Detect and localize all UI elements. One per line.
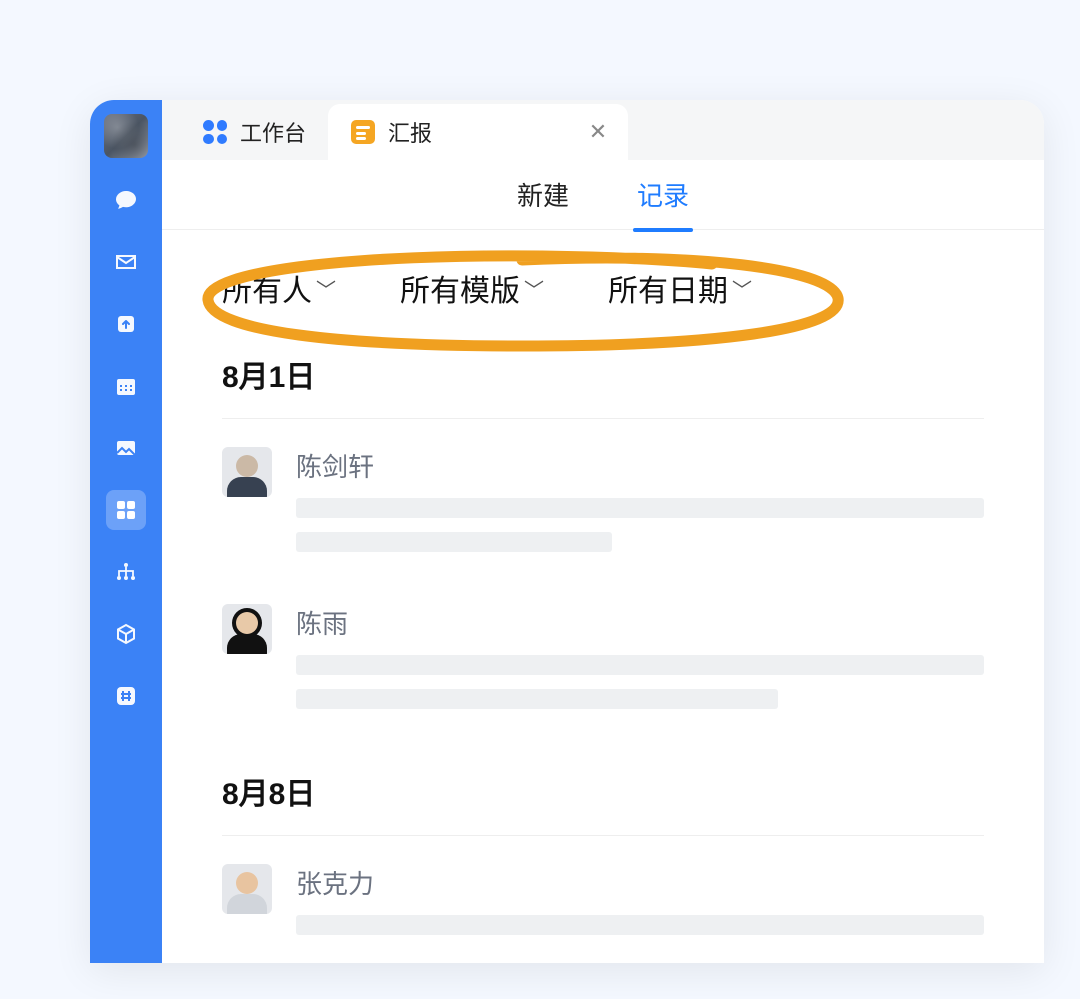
date-section: 8月1日 陈剑轩 陈雨	[162, 334, 1044, 751]
filter-dates-label: 所有日期	[608, 266, 728, 310]
org-icon	[114, 560, 138, 584]
date-section: 8月8日 张克力	[162, 751, 1044, 963]
close-icon[interactable]: ✕	[586, 120, 610, 144]
nav-box[interactable]	[106, 614, 146, 654]
apps-icon	[114, 498, 138, 522]
nav-upload[interactable]	[106, 304, 146, 344]
upload-icon	[114, 312, 138, 336]
calendar-icon	[114, 374, 138, 398]
report-item[interactable]: 陈雨	[222, 594, 984, 751]
box-icon	[114, 622, 138, 646]
nav-apps[interactable]	[106, 490, 146, 530]
placeholder-line	[296, 689, 778, 709]
filters-region: 所有人 ﹀ 所有模版 ﹀ 所有日期 ﹀	[162, 230, 1044, 334]
chat-icon	[114, 188, 138, 212]
subtab-new[interactable]: 新建	[513, 158, 573, 231]
tab-workspace[interactable]: 工作台	[180, 104, 328, 160]
mail-icon	[114, 250, 138, 274]
hash-icon	[114, 684, 138, 708]
filter-people[interactable]: 所有人 ﹀	[222, 266, 336, 310]
main-area: 工作台 汇报 ✕ 新建 记录	[162, 100, 1044, 963]
tab-report-label: 汇报	[388, 116, 432, 148]
placeholder-line	[296, 655, 984, 675]
placeholder-line	[296, 532, 612, 552]
sub-tabs: 新建 记录	[162, 160, 1044, 230]
subtab-records[interactable]: 记录	[633, 158, 693, 231]
report-item[interactable]: 张克力	[222, 854, 984, 963]
avatar	[222, 447, 272, 497]
image-icon	[114, 436, 138, 460]
chevron-down-icon: ﹀	[732, 274, 752, 303]
content: 所有人 ﹀ 所有模版 ﹀ 所有日期 ﹀ 8月1日	[162, 230, 1044, 963]
nav-org[interactable]	[106, 552, 146, 592]
tab-workspace-label: 工作台	[240, 116, 306, 148]
report-icon	[350, 119, 376, 145]
current-user-avatar[interactable]	[104, 114, 148, 158]
report-item-body: 陈雨	[296, 604, 984, 723]
tab-bar: 工作台 汇报 ✕	[162, 100, 1044, 160]
nav-chat[interactable]	[106, 180, 146, 220]
nav-calendar[interactable]	[106, 366, 146, 406]
filter-dates[interactable]: 所有日期 ﹀	[608, 266, 752, 310]
chevron-down-icon: ﹀	[524, 274, 544, 303]
placeholder-line	[296, 498, 984, 518]
tab-report[interactable]: 汇报 ✕	[328, 104, 628, 160]
filter-templates[interactable]: 所有模版 ﹀	[400, 266, 544, 310]
date-heading: 8月8日	[222, 751, 984, 835]
nav-image[interactable]	[106, 428, 146, 468]
divider	[222, 418, 984, 419]
report-item-body: 张克力	[296, 864, 984, 949]
left-nav	[90, 100, 162, 963]
workspace-icon	[202, 119, 228, 145]
nav-hash[interactable]	[106, 676, 146, 716]
page-root: 工作台 汇报 ✕ 新建 记录	[0, 0, 1080, 999]
filter-people-label: 所有人	[222, 266, 312, 310]
filters: 所有人 ﹀ 所有模版 ﹀ 所有日期 ﹀	[222, 266, 1044, 310]
author-name: 陈剑轩	[296, 447, 984, 484]
filter-templates-label: 所有模版	[400, 266, 520, 310]
divider	[222, 835, 984, 836]
author-name: 陈雨	[296, 604, 984, 641]
app-window: 工作台 汇报 ✕ 新建 记录	[90, 100, 1044, 963]
report-item[interactable]: 陈剑轩	[222, 437, 984, 594]
report-item-body: 陈剑轩	[296, 447, 984, 566]
chevron-down-icon: ﹀	[316, 274, 336, 303]
placeholder-line	[296, 915, 984, 935]
author-name: 张克力	[296, 864, 984, 901]
nav-mail[interactable]	[106, 242, 146, 282]
avatar	[222, 604, 272, 654]
avatar	[222, 864, 272, 914]
date-heading: 8月1日	[222, 334, 984, 418]
